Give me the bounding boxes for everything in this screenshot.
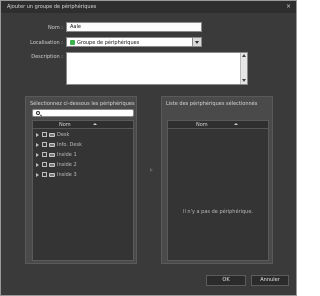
camera-device-icon (49, 153, 55, 157)
device-label: Info. Desk (57, 142, 82, 148)
selected-devices-list: Nom Il n'y a pas de périphérique. (167, 120, 269, 261)
column-header-name[interactable]: Nom (59, 122, 71, 128)
device-row-inside-3[interactable]: Inside 3 (33, 171, 133, 179)
list-header: Nom (33, 121, 133, 129)
location-select[interactable]: Groupe de périphériques (66, 37, 202, 47)
device-label: Desk (57, 132, 70, 138)
device-search-input[interactable] (32, 109, 134, 117)
name-label-text: Nom : (48, 25, 63, 31)
description-textarea[interactable] (66, 52, 248, 85)
device-row-desk[interactable]: Desk (33, 131, 133, 139)
expand-arrow-icon[interactable] (36, 163, 39, 167)
device-checkbox[interactable] (42, 162, 47, 167)
ok-button[interactable]: OK (206, 275, 246, 286)
device-checkbox[interactable] (42, 172, 47, 177)
camera-device-icon (49, 133, 55, 137)
expand-arrow-icon[interactable] (36, 143, 39, 147)
search-icon (36, 111, 40, 115)
device-checkbox[interactable] (42, 142, 47, 147)
available-devices-list: Nom Desk Info. Desk Inside 1 Inside 2 In… (32, 120, 134, 261)
available-devices-title: Sélectionnez ci-dessous les périphérique… (30, 101, 135, 107)
available-devices-panel: Sélectionnez ci-dessous les périphérique… (25, 96, 137, 264)
expand-arrow-icon[interactable] (36, 153, 39, 157)
chevron-down-icon[interactable] (192, 38, 201, 46)
sort-ascending-icon[interactable] (93, 123, 97, 125)
camera-device-icon (49, 143, 55, 147)
location-select-value: Groupe de périphériques (77, 40, 140, 46)
dialog-title: Ajouter un groupe de périphériques (7, 4, 97, 10)
device-row-inside-1[interactable]: Inside 1 (33, 151, 133, 159)
location-label: Localisation : (30, 40, 63, 46)
close-icon[interactable]: × (286, 3, 291, 10)
device-row-inside-2[interactable]: Inside 2 (33, 161, 133, 169)
cancel-button[interactable]: Annuler (251, 275, 289, 286)
add-device-group-dialog: Ajouter un groupe de périphériques × Nom… (0, 0, 297, 296)
camera-device-icon (49, 173, 55, 177)
list-header: Nom (168, 121, 268, 129)
selected-devices-title: Liste des périphériques sélectionnés (166, 101, 258, 107)
description-scrollbar[interactable] (240, 53, 247, 84)
name-label: Nom : (23, 25, 63, 31)
device-label: Inside 3 (57, 172, 77, 178)
device-row-info-desk[interactable]: Info. Desk (33, 141, 133, 149)
selected-devices-panel: Liste des périphériques sélectionnés Nom… (161, 96, 273, 264)
expand-arrow-icon[interactable] (36, 133, 39, 137)
description-label: Description : (31, 54, 63, 60)
empty-list-message: Il n'y a pas de périphérique. (182, 209, 254, 215)
column-header-name[interactable]: Nom (196, 122, 208, 128)
expand-arrow-icon[interactable] (36, 173, 39, 177)
device-checkbox[interactable] (42, 132, 47, 137)
dialog-titlebar: Ajouter un groupe de périphériques × (1, 1, 296, 13)
sort-ascending-icon[interactable] (234, 123, 238, 125)
scroll-up-icon[interactable] (242, 54, 246, 57)
device-group-icon (70, 40, 75, 45)
name-input[interactable] (66, 22, 202, 32)
device-label: Inside 2 (57, 162, 77, 168)
scroll-down-icon[interactable] (242, 79, 246, 82)
camera-device-icon (49, 163, 55, 167)
device-checkbox[interactable] (42, 152, 47, 157)
transfer-arrow-icon[interactable] (150, 168, 153, 172)
device-label: Inside 1 (57, 152, 77, 158)
